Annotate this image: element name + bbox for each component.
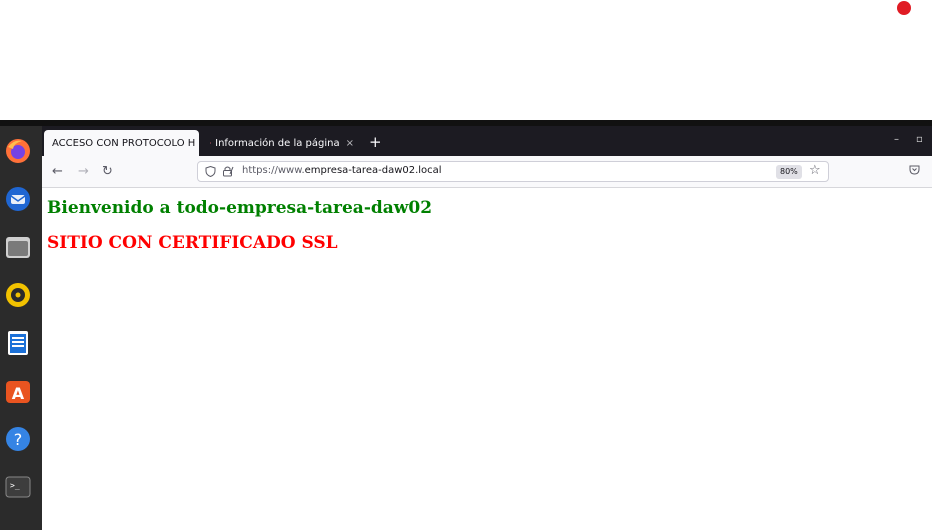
lock-warning-icon[interactable] [222,165,234,177]
pocket-icon[interactable] [909,164,920,178]
zoom-level-badge[interactable]: 80% [776,165,802,179]
reload-icon[interactable]: ↻ [102,164,113,179]
navigation-bar: ← → ↻ https://www.empresa-tarea-daw02.lo… [42,156,932,188]
forward-icon[interactable]: → [78,164,89,179]
software-center-icon[interactable]: A [3,376,33,406]
firefox-tab-icon [210,142,212,144]
minimize-icon[interactable]: – [894,134,899,145]
welcome-heading: Bienvenido a todo-empresa-tarea-daw02 [47,198,433,218]
firefox-icon[interactable] [3,136,33,166]
tab-bar: ACCESO CON PROTOCOLO H × Información de … [42,126,932,156]
shield-icon[interactable] [205,166,216,177]
svg-text:A: A [12,384,25,403]
dock: A ? >_ [0,126,42,530]
recording-indicator-icon [897,1,911,15]
terminal-icon[interactable]: >_ [3,472,33,502]
url-bar[interactable]: https://www.empresa-tarea-daw02.local 80… [197,161,829,182]
tab-label: Información de la página [215,137,340,149]
page-content: Bienvenido a todo-empresa-tarea-daw02 SI… [42,188,932,530]
url-prefix: https://www. [242,165,305,176]
bookmark-star-icon[interactable]: ☆ [809,163,821,178]
ssl-heading: SITIO CON CERTIFICADO SSL [47,233,338,253]
close-tab-icon[interactable]: × [346,138,354,149]
libreoffice-writer-icon[interactable] [3,328,33,358]
blank-area [0,0,932,120]
url-domain: empresa-tarea-daw02.local [304,165,442,176]
browser-window: ACCESO CON PROTOCOLO H × Información de … [42,126,932,530]
files-icon[interactable] [3,232,33,262]
svg-text:?: ? [14,430,23,449]
tab-informacion-pagina[interactable]: Información de la página × [202,130,362,156]
new-tab-button[interactable]: + [369,133,382,151]
restore-icon[interactable]: ▫ [916,134,923,145]
back-icon[interactable]: ← [52,164,63,179]
tab-acceso-protocolo[interactable]: ACCESO CON PROTOCOLO H × [44,130,199,156]
tab-label: ACCESO CON PROTOCOLO H [52,137,196,149]
svg-text:>_: >_ [10,481,20,490]
url-text[interactable]: https://www.empresa-tarea-daw02.local [242,165,442,176]
help-icon[interactable]: ? [3,424,33,454]
thunderbird-icon[interactable] [3,184,33,214]
rhythmbox-icon[interactable] [3,280,33,310]
